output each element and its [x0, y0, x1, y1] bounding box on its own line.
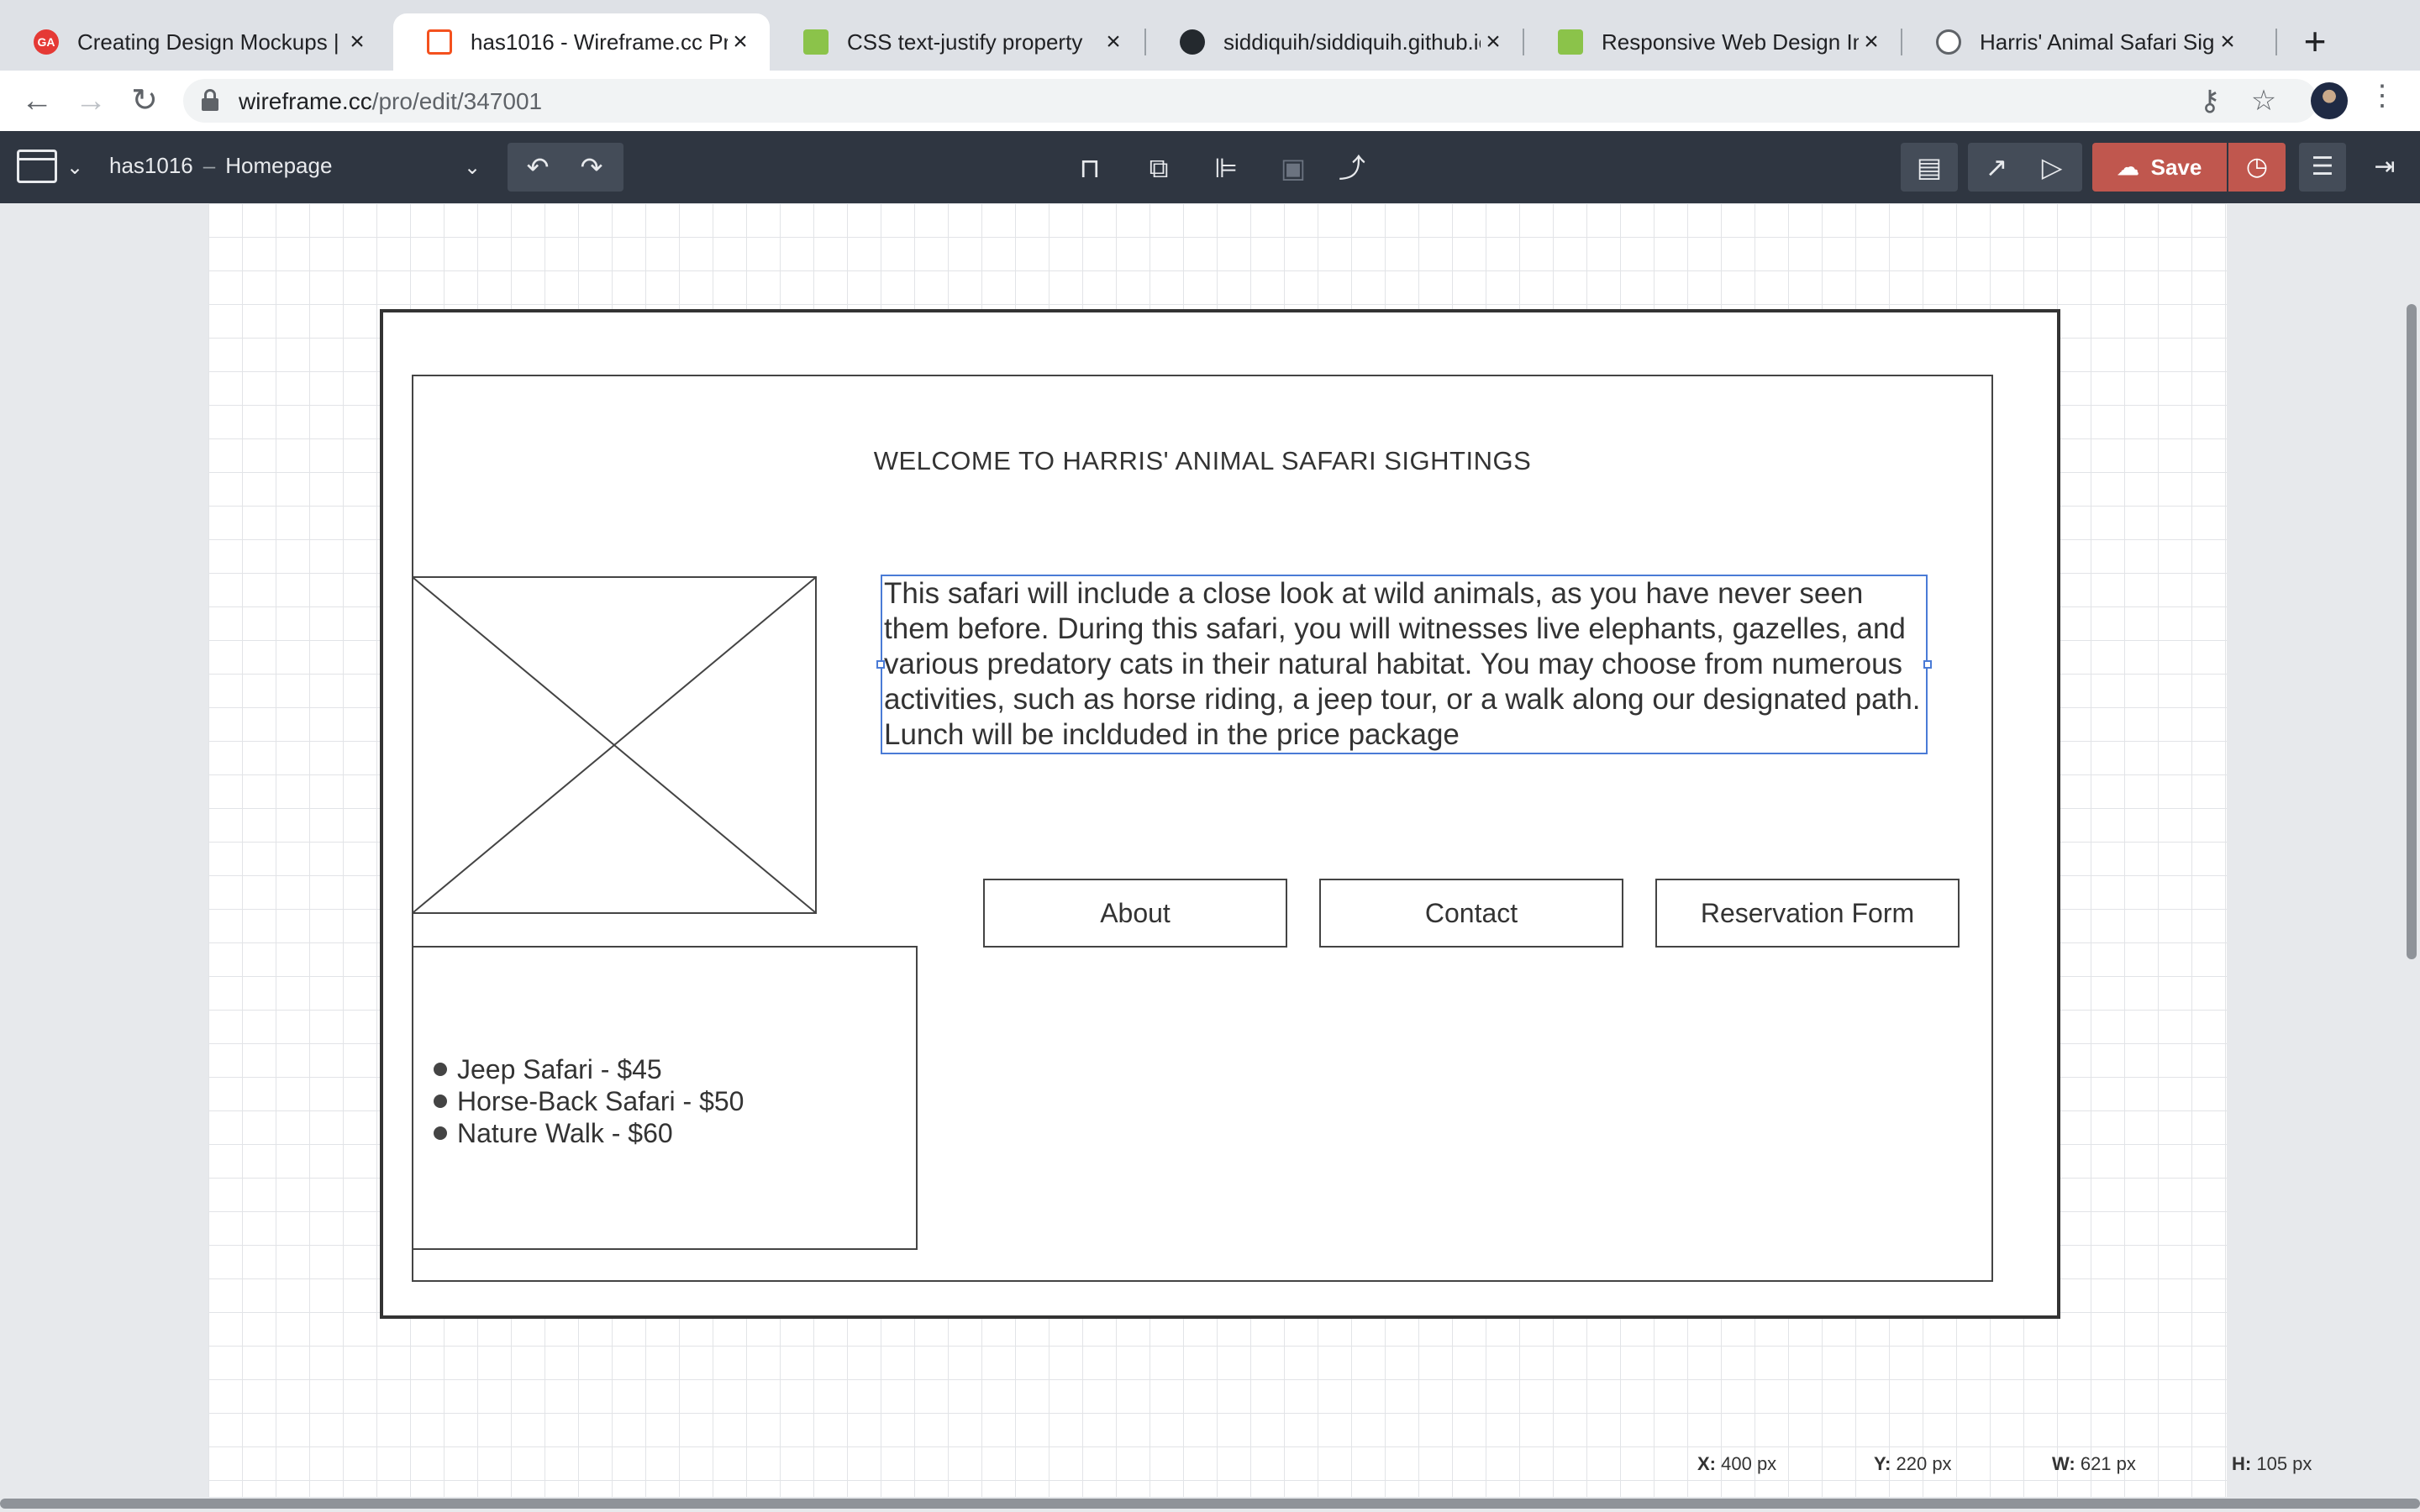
list-item-label: Jeep Safari - $45	[457, 1054, 662, 1084]
group-icon[interactable]: ▣	[1272, 143, 1314, 193]
breadcrumb[interactable]: has1016– Homepage	[109, 153, 332, 179]
sliders-icon: ☰	[2311, 153, 2334, 181]
browser-tab-strip: GA Creating Design Mockups | H × has1016…	[0, 0, 2420, 71]
preview-group: ↗ ▷	[1968, 143, 2082, 192]
tab-title: Creating Design Mockups | H	[77, 29, 345, 55]
horizontal-scrollbar[interactable]	[0, 1499, 2420, 1509]
selection-info: X: 400 px Y: 220 px W: 621 px H: 105 px	[1681, 1446, 2403, 1480]
w3-icon	[803, 29, 829, 55]
page-name: Homepage	[225, 153, 333, 178]
url-host: wireframe.cc	[239, 88, 372, 114]
tab-title: CSS text-justify property	[847, 29, 1083, 55]
browser-tab-active[interactable]: has1016 - Wireframe.cc Prem ×	[393, 13, 770, 71]
resize-handle-right[interactable]	[1923, 660, 1932, 669]
external-link-icon[interactable]: ↗	[1971, 143, 2022, 192]
close-tab-icon[interactable]: ×	[728, 29, 753, 55]
browser-toolbar: ← → ↻ wireframe.cc/pro/edit/347001 ⚷ ☆ ⋮	[0, 71, 2420, 131]
lock-icon[interactable]: ⊓	[1069, 143, 1111, 193]
height-readout: H: 105 px	[2232, 1453, 2312, 1474]
save-label: Save	[2150, 154, 2202, 180]
browser-tab[interactable]: siddiquih/siddiquih.github.io ×	[1146, 13, 1523, 71]
close-tab-icon[interactable]: ×	[2215, 29, 2240, 55]
project-name: has1016	[109, 153, 193, 178]
key-icon[interactable]: ⚷	[2193, 84, 2227, 118]
vertical-scrollbar[interactable]	[2407, 304, 2417, 959]
bullet-icon	[434, 1126, 447, 1140]
reload-icon[interactable]: ↻	[124, 81, 165, 121]
tab-title: siddiquih/siddiquih.github.io	[1223, 29, 1481, 55]
reservation-form-button[interactable]: Reservation Form	[1655, 879, 1960, 948]
url-path: /pro/edit/347001	[371, 88, 543, 114]
contact-button[interactable]: Contact	[1319, 879, 1623, 948]
close-tab-icon[interactable]: ×	[1101, 29, 1126, 55]
undo-redo-group: ↶ ↷	[508, 143, 623, 192]
address-bar[interactable]: wireframe.cc/pro/edit/347001 ⚷ ☆	[183, 79, 2317, 123]
page-icon[interactable]	[17, 150, 57, 183]
github-icon	[1180, 29, 1205, 55]
list-item-label: Nature Walk - $60	[457, 1118, 673, 1148]
tab-title: Responsive Web Design Ima	[1602, 29, 1859, 55]
bullet-icon	[434, 1063, 447, 1076]
align-icon[interactable]: ⊫	[1205, 143, 1247, 193]
browser-tab[interactable]: GA Creating Design Mockups | H ×	[0, 13, 387, 71]
menu-icon[interactable]: ⋮	[2368, 79, 2396, 113]
wireframe-icon	[427, 29, 452, 55]
history-button[interactable]: ◷	[2228, 143, 2286, 192]
close-tab-icon[interactable]: ×	[1481, 29, 1506, 55]
globe-icon	[1936, 29, 1961, 55]
bullet-icon	[434, 1095, 447, 1108]
browser-tab[interactable]: CSS text-justify property ×	[770, 13, 1143, 71]
comments-button[interactable]: ▤	[1901, 143, 1958, 192]
undo-icon[interactable]: ↶	[513, 143, 563, 192]
tab-title: Harris' Animal Safari Sightin	[1980, 29, 2215, 55]
close-tab-icon[interactable]: ×	[1859, 29, 1884, 55]
close-tab-icon[interactable]: ×	[345, 29, 370, 55]
header-box[interactable]: WELCOME TO HARRIS' ANIMAL SAFARI SIGHTIN…	[412, 375, 1993, 548]
star-icon[interactable]: ☆	[2247, 84, 2281, 118]
about-button[interactable]: About	[983, 879, 1287, 948]
price-list: Jeep Safari - $45 Horse-Back Safari - $5…	[434, 1053, 744, 1149]
chevron-down-icon[interactable]: ⌄	[457, 143, 487, 193]
list-item: Horse-Back Safari - $50	[434, 1085, 744, 1117]
tab-title: has1016 - Wireframe.cc Prem	[471, 29, 728, 55]
cloud-upload-icon: ☁	[2117, 154, 2139, 180]
y-readout: Y: 220 px	[1874, 1453, 1952, 1474]
description-text: This safari will include a close look at…	[884, 577, 1921, 751]
header-text: WELCOME TO HARRIS' ANIMAL SAFARI SIGHTIN…	[873, 446, 1532, 475]
width-readout: W: 621 px	[2052, 1453, 2136, 1474]
duplicate-icon[interactable]: ⧉	[1138, 143, 1180, 193]
tab-separator	[2275, 29, 2277, 55]
resize-handle-left[interactable]	[876, 660, 885, 669]
list-item: Jeep Safari - $45	[434, 1053, 744, 1085]
save-button[interactable]: ☁ Save	[2092, 143, 2227, 192]
x-readout: X: 400 px	[1697, 1453, 1777, 1474]
browser-tab[interactable]: Harris' Animal Safari Sightin ×	[1902, 13, 2257, 71]
lock-icon	[202, 89, 218, 111]
exit-icon: ⇥	[2374, 153, 2396, 181]
description-text-box[interactable]: This safari will include a close look at…	[876, 575, 1932, 754]
connector-icon[interactable]: ⤴	[1331, 143, 1373, 193]
forward-icon[interactable]: →	[71, 81, 111, 121]
image-placeholder[interactable]	[412, 576, 817, 914]
comment-icon: ▤	[1916, 152, 1943, 182]
redo-icon[interactable]: ↷	[566, 143, 617, 192]
ga-icon: GA	[34, 29, 59, 55]
price-list-box[interactable]: Jeep Safari - $45 Horse-Back Safari - $5…	[412, 946, 918, 1250]
back-icon[interactable]: ←	[17, 81, 57, 121]
new-tab-icon[interactable]: +	[2294, 20, 2336, 62]
workspace: WELCOME TO HARRIS' ANIMAL SAFARI SIGHTIN…	[0, 203, 2420, 1497]
settings-button[interactable]: ☰	[2299, 143, 2346, 192]
play-icon[interactable]: ▷	[2027, 143, 2077, 192]
avatar[interactable]	[2311, 82, 2348, 119]
chevron-down-icon[interactable]: ⌄	[62, 143, 87, 193]
app-toolbar: ⌄ has1016– Homepage ⌄ ↶ ↷ ⊓ ⧉ ⊫ ▣ ⤴ ▤ ↗ ▷…	[0, 131, 2420, 203]
exit-button[interactable]: ⇥	[2361, 143, 2408, 192]
browser-tab[interactable]: Responsive Web Design Ima ×	[1524, 13, 1901, 71]
image-placeholder-icon	[413, 578, 815, 912]
w3-icon	[1558, 29, 1583, 55]
url-text: wireframe.cc/pro/edit/347001	[239, 88, 542, 115]
clock-icon: ◷	[2245, 153, 2269, 181]
list-item-label: Horse-Back Safari - $50	[457, 1086, 744, 1116]
list-item: Nature Walk - $60	[434, 1117, 744, 1149]
